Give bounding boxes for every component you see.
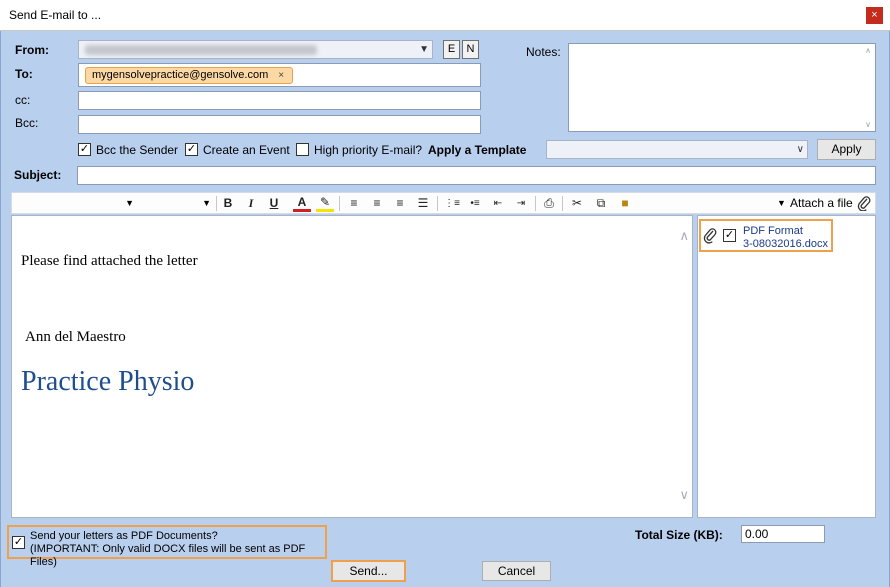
align-center-icon[interactable]: ≡ [368,195,386,212]
pdf-option-box: ✓ Send your letters as PDF Documents? (I… [7,525,327,568]
message-editor[interactable]: Please find attached the letter Ann del … [11,215,693,518]
from-label: From: [15,43,49,57]
subject-input[interactable] [77,166,876,185]
toolbar-divider [437,196,438,211]
apply-button[interactable]: Apply [817,139,876,160]
to-label: To: [15,67,33,81]
recipient-chip[interactable]: mygensolvepractice@gensolve.com × [85,67,294,84]
align-right-icon[interactable]: ≡ [391,195,409,212]
paste-icon[interactable]: ■ [616,195,634,212]
toolbar-divider [535,196,536,211]
bold-button[interactable]: B [219,195,237,212]
total-size-field: 0.00 [741,525,825,543]
italic-button[interactable]: I [242,195,260,212]
bcc-label: Bcc: [15,116,39,130]
e-button[interactable]: E [443,40,460,59]
attachment-name-line1: PDF Format [743,225,803,237]
window-title: Send E-mail to ... [9,8,102,22]
n-button[interactable]: N [462,40,479,59]
pdf-option-line1: Send your letters as PDF Documents? [30,530,218,542]
chevron-down-icon: ∨ [796,144,804,155]
apply-template-label: Apply a Template [428,143,527,157]
bcc-input[interactable] [78,115,481,134]
pdf-option-text: Send your letters as PDF Documents? (IMP… [30,530,325,569]
cc-input[interactable] [78,91,481,110]
justify-icon[interactable]: ☰ [414,195,432,212]
attach-file-label[interactable]: Attach a file [790,195,853,212]
notes-label: Notes: [526,45,561,59]
scroll-up-icon[interactable]: ∧ [865,46,871,55]
body-line: Please find attached the letter [21,253,198,269]
high-priority-label: High priority E-mail? [314,143,423,157]
chevron-down-icon: ▼ [202,198,211,208]
underline-button[interactable]: U [265,195,283,212]
pdf-option-line2: (IMPORTANT: Only valid DOCX files will b… [30,543,306,568]
attachments-panel: ✓ PDF Format 3-08032016.docx [697,215,876,518]
font-color-button[interactable]: A [293,195,311,212]
signature-name: Ann del Maestro [25,329,126,345]
to-field[interactable]: mygensolvepractice@gensolve.com × [78,63,481,87]
paperclip-icon [703,226,717,247]
remove-recipient-icon[interactable]: × [278,70,284,81]
toolbar-divider [562,196,563,211]
attachment-item[interactable]: ✓ PDF Format 3-08032016.docx [699,219,833,252]
cancel-button[interactable]: Cancel [482,561,551,581]
font-name-select[interactable]: ▼ [14,195,134,211]
attachment-name-line2: 3-08032016.docx [743,238,829,250]
from-value-blurred [85,45,317,55]
numbered-list-icon[interactable]: ⋮≡ [443,195,461,212]
total-size-label: Total Size (KB): [635,528,723,542]
align-left-icon[interactable]: ≡ [345,195,363,212]
attachment-name: PDF Format 3-08032016.docx [743,225,828,251]
bcc-sender-label: Bcc the Sender [96,143,179,157]
send-button[interactable]: Send... [331,560,406,582]
copy-icon[interactable]: ⧉ [592,195,610,212]
highlight-icon[interactable]: ✎ [316,195,334,212]
pdf-checkbox[interactable]: ✓ [12,536,25,549]
attachment-checkbox[interactable]: ✓ [723,229,736,242]
cc-label: cc: [15,93,31,107]
practice-name: Practice Physio [21,366,195,397]
bcc-sender-checkbox[interactable]: ✓ [78,143,91,156]
create-event-checkbox[interactable]: ✓ [185,143,198,156]
from-select[interactable]: ▼ [78,40,433,59]
title-bar: Send E-mail to ... × [0,0,890,31]
attach-dropdown-icon[interactable]: ▼ [777,195,786,212]
template-select[interactable]: ∨ [546,140,808,159]
high-priority-checkbox[interactable] [296,143,309,156]
toolbar-divider [339,196,340,211]
close-button[interactable]: × [866,7,883,24]
scroll-down-icon[interactable]: ∨ [865,120,871,129]
subject-label: Subject: [14,168,62,182]
cut-icon[interactable]: ✂ [568,195,586,212]
formatting-toolbar: ▼ ▼ B I U A ✎ ≡ ≡ ≡ ☰ ⋮≡ •≡ ⇤ ⇥ ⎙ ✂ ⧉ ■ … [11,192,876,214]
outdent-icon[interactable]: ⇤ [489,195,507,212]
font-size-select[interactable]: ▼ [136,195,211,211]
bullet-list-icon[interactable]: •≡ [466,195,484,212]
scroll-up-icon[interactable]: ∧ [679,228,689,244]
chevron-down-icon: ▼ [125,198,134,208]
indent-icon[interactable]: ⇥ [512,195,530,212]
create-event-label: Create an Event [203,143,290,157]
notes-textarea[interactable]: ∧ ∨ [568,43,876,132]
paperclip-icon[interactable] [855,195,873,212]
scroll-down-icon[interactable]: ∨ [679,487,689,503]
recipient-chip-label: mygensolvepractice@gensolve.com [92,69,269,81]
print-icon[interactable]: ⎙ [540,195,558,212]
chevron-down-icon: ▼ [419,44,429,55]
toolbar-divider [216,196,217,211]
